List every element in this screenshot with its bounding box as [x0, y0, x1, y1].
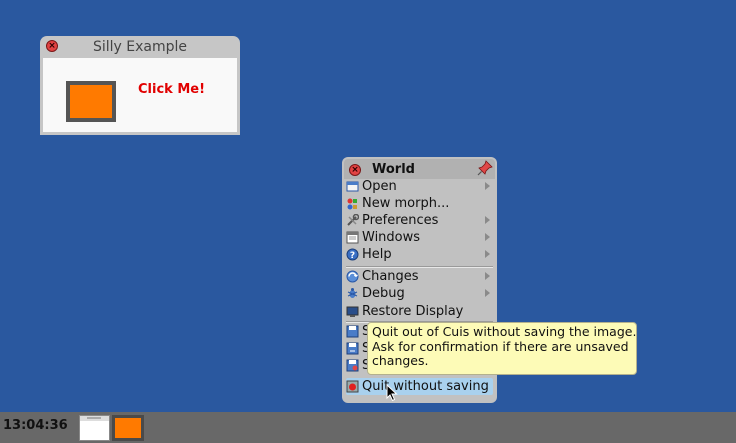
menu-item-label: Changes: [362, 269, 419, 284]
world-menu-title: World: [372, 162, 415, 177]
menu-item-restore-display[interactable]: Restore Display: [346, 303, 493, 320]
menu-item-windows[interactable]: Windows: [346, 229, 493, 246]
preferences-icon: [346, 214, 359, 227]
menu-item-label: New morph...: [362, 196, 450, 211]
clock: 13:04:36: [3, 418, 68, 433]
quit-tooltip: Quit out of Cuis without saving the imag…: [367, 322, 637, 375]
taskbar-button-silly-example[interactable]: [79, 415, 110, 441]
menu-item-label: Preferences: [362, 213, 439, 228]
menu-item-new-morph[interactable]: New morph...: [346, 195, 493, 212]
open-folder-icon: [346, 180, 359, 193]
save-quit-icon: [346, 359, 359, 372]
menu-close-icon[interactable]: ×: [349, 164, 361, 176]
taskbar-thumbnail-text: [87, 417, 101, 419]
menu-item-label: Restore Display: [362, 304, 464, 319]
svg-text:?: ?: [350, 251, 355, 261]
menu-item-quit-without-saving[interactable]: Quit without saving: [346, 378, 493, 395]
menu-item-preferences[interactable]: Preferences: [346, 212, 493, 229]
submenu-arrow-icon: [485, 233, 490, 241]
taskbar-button-orange-morph[interactable]: [112, 415, 144, 441]
menu-item-changes[interactable]: Changes: [346, 268, 493, 285]
menu-item-debug[interactable]: Debug: [346, 285, 493, 302]
submenu-arrow-icon: [485, 272, 490, 280]
silly-example-window[interactable]: × Silly Example Click Me!: [40, 36, 240, 135]
save-icon: [346, 325, 359, 338]
submenu-arrow-icon: [485, 182, 490, 190]
click-me-button[interactable]: Click Me!: [138, 82, 205, 97]
display-icon: [346, 305, 359, 318]
save-as-icon: [346, 342, 359, 355]
window-body: Click Me!: [43, 58, 237, 132]
menu-item-label: Windows: [362, 230, 421, 245]
orange-rectangle-morph[interactable]: [66, 81, 116, 122]
tooltip-line-2: Ask for confirmation if there are unsave…: [372, 338, 629, 354]
world-menu-header: × World: [344, 159, 495, 179]
menu-item-open[interactable]: Open: [346, 178, 493, 195]
menu-item-label: Open: [362, 179, 397, 194]
new-morph-icon: [346, 197, 359, 210]
menu-item-label: Quit without saving: [362, 379, 489, 394]
menu-item-label: Debug: [362, 286, 405, 301]
mouse-pointer-icon: [386, 384, 398, 402]
submenu-arrow-icon: [485, 250, 490, 258]
tooltip-line-3: changes.: [372, 353, 429, 368]
submenu-arrow-icon: [485, 216, 490, 224]
pin-icon[interactable]: [477, 160, 493, 176]
menu-item-label: Help: [362, 247, 392, 262]
help-icon: ?: [346, 248, 359, 261]
window-title: Silly Example: [92, 38, 188, 55]
taskbar: 13:04:36: [0, 412, 736, 443]
windows-icon: [346, 231, 359, 244]
debug-icon: [346, 287, 359, 300]
submenu-arrow-icon: [485, 289, 490, 297]
changes-icon: [346, 270, 359, 283]
menu-item-help[interactable]: ? Help: [346, 246, 493, 263]
tooltip-line-1: Quit out of Cuis without saving the imag…: [372, 324, 637, 339]
quit-icon: [346, 380, 359, 393]
